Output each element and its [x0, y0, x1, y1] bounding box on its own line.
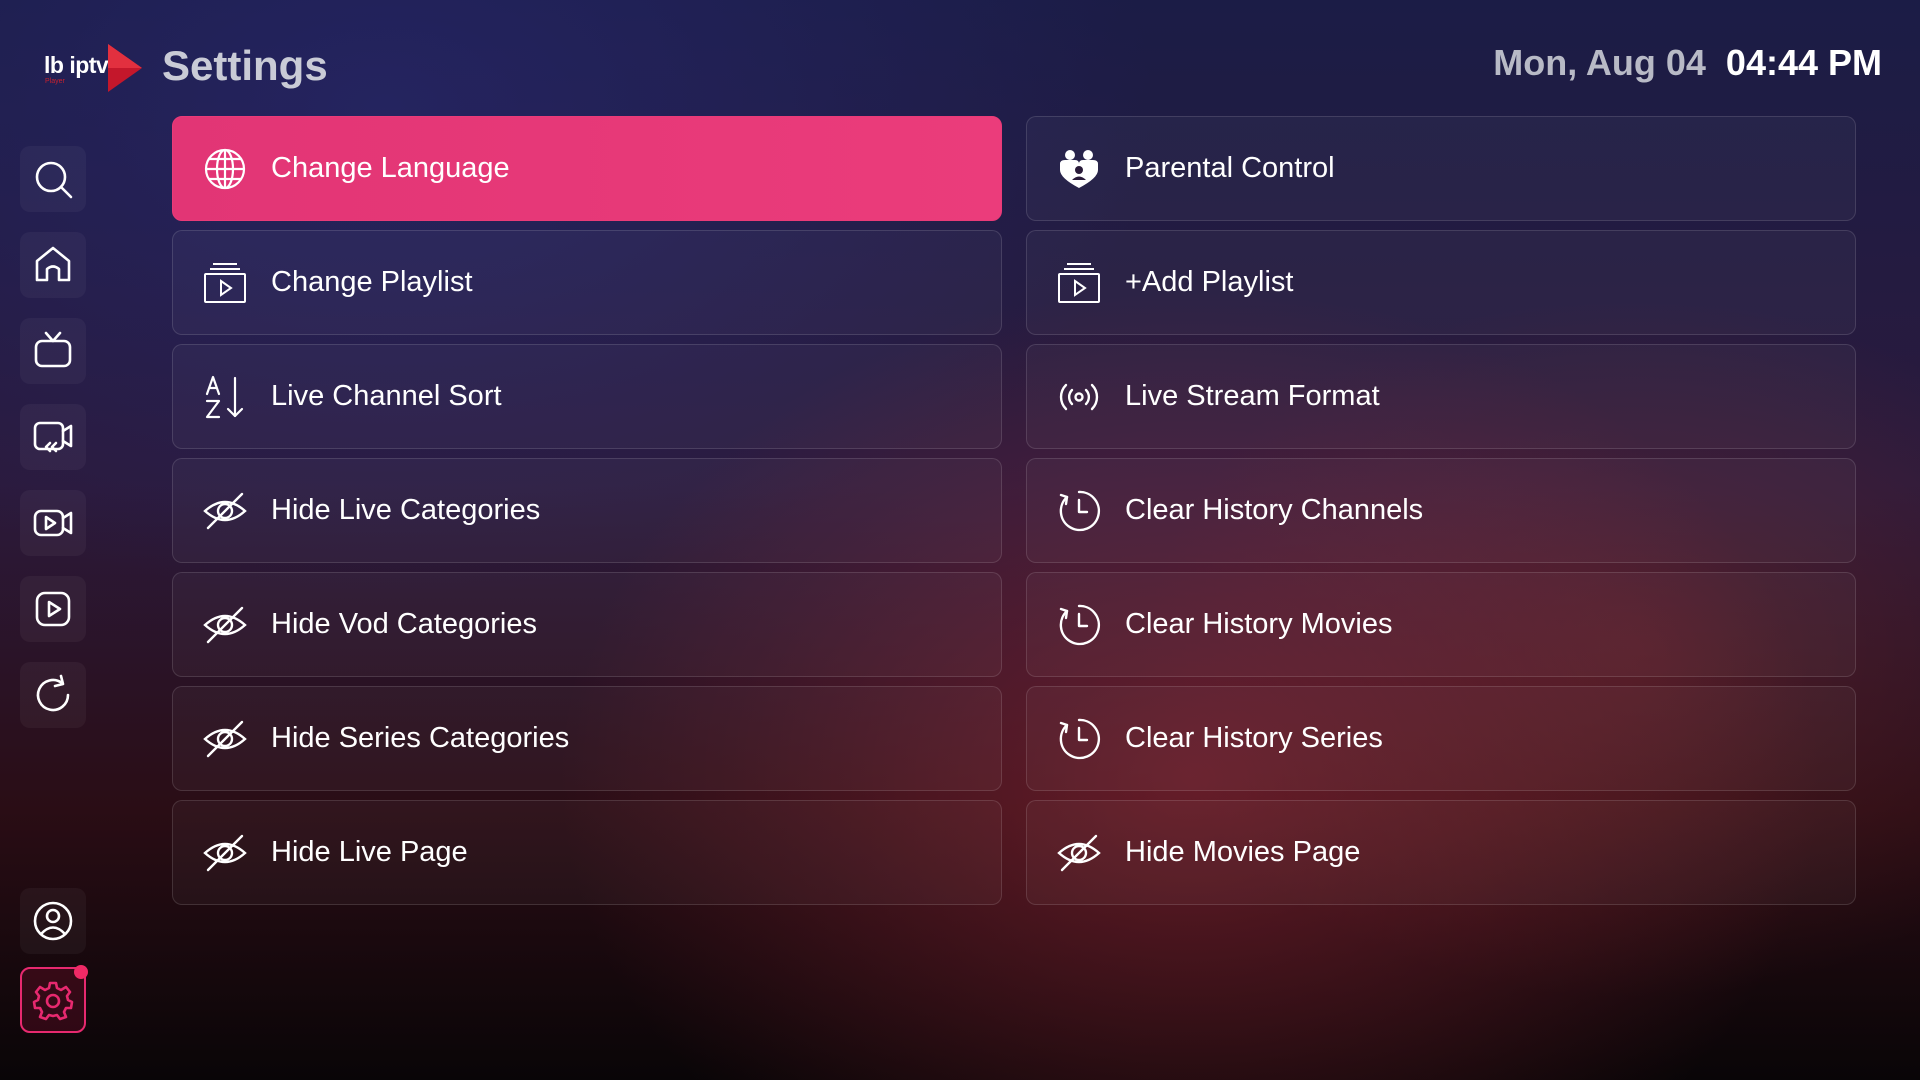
setting-hide-movies-page[interactable]: Hide Movies Page	[1026, 800, 1856, 905]
family-icon	[1055, 145, 1103, 193]
history-icon	[1055, 601, 1103, 649]
settings-grid: Change Language Parental Control Change …	[172, 116, 1856, 906]
logo-text: lb iptv	[44, 52, 109, 78]
setting-label: Change Language	[271, 152, 510, 184]
clock: Mon, Aug 04 04:44 PM	[1493, 42, 1882, 84]
settings-icon	[32, 981, 74, 1021]
setting-clear-history-movies[interactable]: Clear History Movies	[1026, 572, 1856, 677]
sort-az-icon	[201, 373, 249, 421]
history-icon	[1055, 715, 1103, 763]
setting-change-language[interactable]: Change Language	[172, 116, 1002, 221]
setting-clear-history-channels[interactable]: Clear History Channels	[1026, 458, 1856, 563]
home-icon	[35, 246, 71, 282]
setting-label: Clear History Channels	[1125, 494, 1424, 526]
eye-off-icon	[201, 601, 249, 649]
setting-change-playlist[interactable]: Change Playlist	[172, 230, 1002, 335]
app-logo: lb iptv Player	[40, 40, 142, 96]
movies-icon	[33, 509, 73, 537]
setting-label: Clear History Movies	[1125, 608, 1393, 640]
setting-label: Hide Live Categories	[271, 494, 541, 526]
setting-live-stream-format[interactable]: Live Stream Format	[1026, 344, 1856, 449]
page-title: Settings	[162, 42, 328, 89]
eye-off-icon	[201, 487, 249, 535]
setting-label: Hide Vod Categories	[271, 608, 537, 640]
logo-subtext: Player	[45, 78, 65, 85]
setting-live-channel-sort[interactable]: Live Channel Sort	[172, 344, 1002, 449]
setting-label: +Add Playlist	[1125, 266, 1294, 298]
setting-label: Clear History Series	[1125, 722, 1383, 754]
setting-hide-series-categories[interactable]: Hide Series Categories	[172, 686, 1002, 791]
refresh-icon	[36, 674, 70, 712]
notification-dot	[74, 965, 88, 979]
setting-label: Parental Control	[1125, 152, 1335, 184]
setting-clear-history-series[interactable]: Clear History Series	[1026, 686, 1856, 791]
playlist-icon	[201, 259, 249, 307]
sidebar-home-button[interactable]	[20, 232, 86, 298]
setting-label: Live Stream Format	[1125, 380, 1380, 412]
eye-off-icon	[201, 715, 249, 763]
sidebar-series-button[interactable]	[20, 576, 86, 642]
tv-icon	[34, 331, 72, 368]
series-icon	[35, 591, 71, 627]
setting-hide-live-categories[interactable]: Hide Live Categories	[172, 458, 1002, 563]
setting-parental-control[interactable]: Parental Control	[1026, 116, 1856, 221]
setting-add-playlist[interactable]: +Add Playlist	[1026, 230, 1856, 335]
play-arrow-icon	[108, 44, 142, 92]
history-icon	[1055, 487, 1103, 535]
setting-label: Change Playlist	[271, 266, 473, 298]
sidebar-movies-button[interactable]	[20, 490, 86, 556]
sidebar-profile-button[interactable]	[20, 888, 86, 954]
globe-icon	[201, 145, 249, 193]
broadcast-icon	[1055, 373, 1103, 421]
setting-label: Hide Series Categories	[271, 722, 570, 754]
sidebar-settings-button[interactable]	[20, 965, 88, 1033]
setting-label: Live Channel Sort	[271, 380, 502, 412]
eye-off-icon	[1055, 829, 1103, 877]
search-icon	[35, 161, 73, 199]
eye-off-icon	[201, 829, 249, 877]
sidebar-catchup-button[interactable]	[20, 404, 86, 470]
sidebar-refresh-button[interactable]	[20, 662, 86, 728]
setting-label: Hide Movies Page	[1125, 836, 1361, 868]
setting-label: Hide Live Page	[271, 836, 468, 868]
playlist-icon	[1055, 259, 1103, 307]
profile-icon	[33, 901, 73, 941]
date-label: Mon, Aug 04	[1493, 42, 1706, 83]
setting-hide-vod-categories[interactable]: Hide Vod Categories	[172, 572, 1002, 677]
sidebar-live-tv-button[interactable]	[20, 318, 86, 384]
time-label: 04:44 PM	[1725, 42, 1882, 83]
sidebar-search-button[interactable]	[20, 146, 86, 212]
setting-hide-live-page[interactable]: Hide Live Page	[172, 800, 1002, 905]
catchup-icon	[33, 421, 73, 453]
